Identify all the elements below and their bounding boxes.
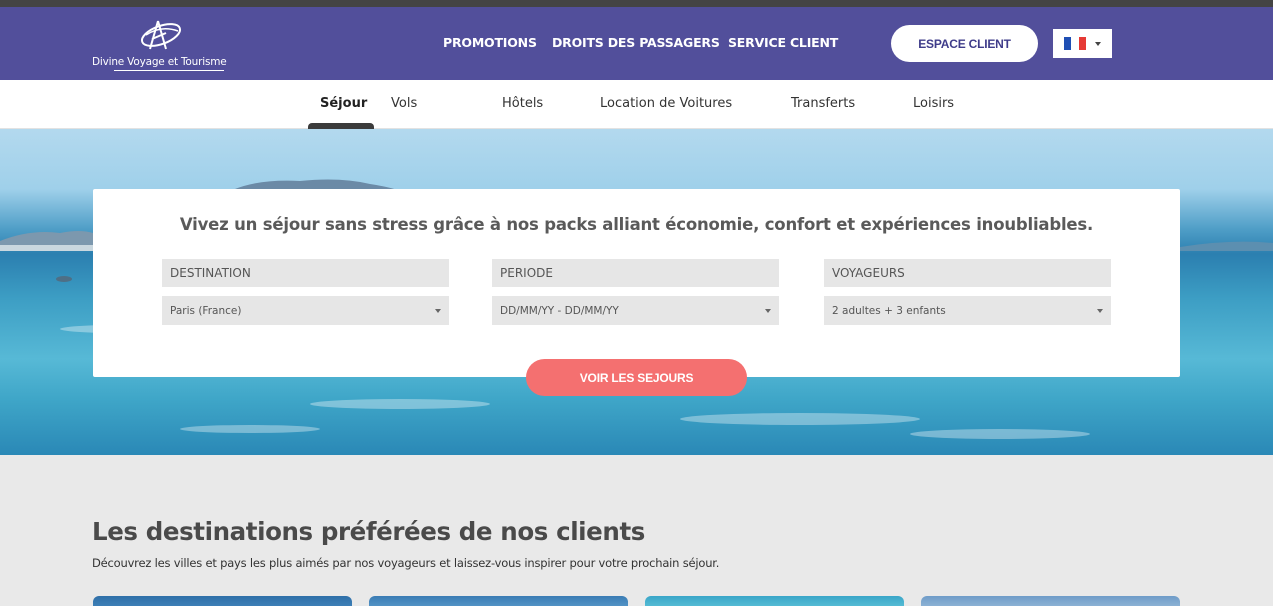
language-selector[interactable] [1053,29,1112,58]
product-tabs: Séjour Vols Hôtels Location de Voitures … [0,80,1273,129]
destination-card[interactable] [369,596,628,606]
voir-sejours-button[interactable]: VOIR LES SEJOURS [526,359,747,396]
chevron-down-icon [1095,41,1101,46]
period-label: PERIODE [492,259,779,287]
destination-card[interactable] [93,596,352,606]
espace-client-button[interactable]: ESPACE CLIENT [891,25,1038,62]
chevron-down-icon [435,309,441,313]
destinations-subtitle: Découvrez les villes et pays les plus ai… [92,556,720,570]
period-value: DD/MM/YY - DD/MM/YY [500,304,619,317]
destination-card[interactable] [921,596,1180,606]
destinations-title: Les destinations préférées de nos client… [92,517,645,546]
tab-loisirs[interactable]: Loisirs [913,96,954,111]
destination-select[interactable]: Paris (France) [162,296,449,325]
tab-vols[interactable]: Vols [391,96,417,111]
destination-card[interactable] [645,596,904,606]
search-title: Vivez un séjour sans stress grâce à nos … [179,215,1094,234]
brand-name: Divine Voyage et Tourisme [92,56,227,68]
travelers-label: VOYAGEURS [824,259,1111,287]
tab-location-voitures[interactable]: Location de Voitures [600,96,732,111]
search-panel: Vivez un séjour sans stress grâce à nos … [93,189,1180,377]
travelers-value: 2 adultes + 3 enfants [832,304,946,317]
globe-logo-icon [140,20,182,50]
chevron-down-icon [1097,309,1103,313]
site-header: Divine Voyage et Tourisme PROMOTIONS DRO… [0,7,1273,80]
destination-value: Paris (France) [170,304,242,317]
brand-logo[interactable]: Divine Voyage et Tourisme [92,15,232,73]
tab-hotels[interactable]: Hôtels [502,96,543,111]
brand-underline [114,70,224,71]
period-select[interactable]: DD/MM/YY - DD/MM/YY [492,296,779,325]
tab-transferts[interactable]: Transferts [791,96,855,111]
tab-sejour[interactable]: Séjour [320,96,367,111]
nav-droits-passagers[interactable]: DROITS DES PASSAGERS [552,35,720,50]
nav-promotions[interactable]: PROMOTIONS [443,35,537,50]
fr-flag-icon [1064,37,1086,50]
window-top-strip [0,0,1273,7]
nav-service-client[interactable]: SERVICE CLIENT [728,35,838,50]
chevron-down-icon [765,309,771,313]
destination-label: DESTINATION [162,259,449,287]
travelers-select[interactable]: 2 adultes + 3 enfants [824,296,1111,325]
